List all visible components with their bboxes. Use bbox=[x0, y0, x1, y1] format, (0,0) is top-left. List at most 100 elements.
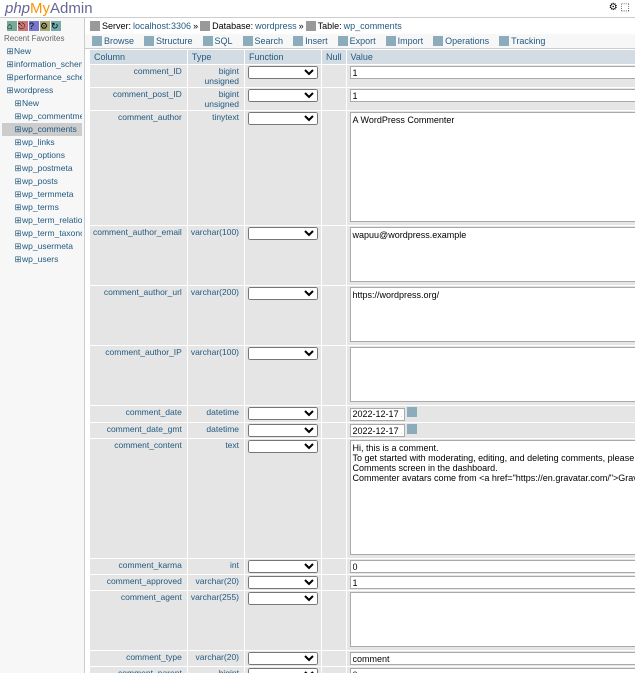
tree-table-wp_links[interactable]: ⊞wp_links bbox=[2, 136, 82, 149]
tree-table-wp_postmeta[interactable]: ⊞wp_postmeta bbox=[2, 162, 82, 175]
row-comment_agent: comment_agentvarchar(255) bbox=[90, 591, 635, 651]
tab-sql[interactable]: SQL bbox=[198, 34, 238, 48]
null-cell bbox=[322, 651, 347, 667]
row-comment_author_email: comment_author_emailvarchar(100) bbox=[90, 226, 635, 286]
value-input-comment_type[interactable] bbox=[350, 652, 635, 665]
bc-database[interactable]: wordpress bbox=[255, 21, 297, 31]
tab-tracking[interactable]: Tracking bbox=[494, 34, 550, 48]
tree-table-wp_usermeta[interactable]: ⊞wp_usermeta bbox=[2, 240, 82, 253]
home-icon[interactable]: ⌂ bbox=[7, 21, 17, 31]
navigation-sidebar: ⌂ ⎋ ? ⚙ ↻ Recent Favorites ⊞New⊞informat… bbox=[0, 18, 85, 673]
tree-table-wp_options[interactable]: ⊞wp_options bbox=[2, 149, 82, 162]
col-type: varchar(200) bbox=[187, 286, 244, 346]
col-type: text bbox=[187, 439, 244, 559]
col-type: bigint unsigned bbox=[187, 65, 244, 88]
function-select[interactable] bbox=[248, 287, 318, 300]
null-cell bbox=[322, 346, 347, 406]
tracking-icon bbox=[499, 36, 509, 46]
tree-table-wp_posts[interactable]: ⊞wp_posts bbox=[2, 175, 82, 188]
tab-export[interactable]: Export bbox=[333, 34, 381, 48]
tab-import[interactable]: Import bbox=[381, 34, 429, 48]
function-select[interactable] bbox=[248, 560, 318, 573]
tab-operations[interactable]: Operations bbox=[428, 34, 494, 48]
function-select[interactable] bbox=[248, 66, 318, 79]
row-comment_type: comment_typevarchar(20) bbox=[90, 651, 635, 667]
value-input-comment_date[interactable] bbox=[350, 408, 405, 421]
tree-new[interactable]: ⊞New bbox=[2, 45, 82, 58]
function-select[interactable] bbox=[248, 347, 318, 360]
table-icon bbox=[306, 21, 316, 31]
server-icon bbox=[90, 21, 100, 31]
value-input-comment_date_gmt[interactable] bbox=[350, 424, 405, 437]
value-input-comment_parent[interactable] bbox=[350, 668, 635, 673]
bc-server[interactable]: localhost:3306 bbox=[133, 21, 191, 31]
tree-table-wp_term_relationships[interactable]: ⊞wp_term_relationships bbox=[2, 214, 82, 227]
function-select[interactable] bbox=[248, 668, 318, 673]
null-cell bbox=[322, 422, 347, 439]
tree-table-wp_term_taxonomy[interactable]: ⊞wp_term_taxonomy bbox=[2, 227, 82, 240]
col-label: comment_content bbox=[90, 439, 188, 559]
calendar-icon[interactable] bbox=[407, 424, 417, 434]
value-input-comment_agent[interactable] bbox=[350, 592, 635, 647]
col-label: comment_approved bbox=[90, 575, 188, 591]
col-label: comment_author_email bbox=[90, 226, 188, 286]
function-select[interactable] bbox=[248, 440, 318, 453]
value-input-comment_author_email[interactable] bbox=[350, 227, 635, 282]
function-select[interactable] bbox=[248, 652, 318, 665]
tree-table-wp_terms[interactable]: ⊞wp_terms bbox=[2, 201, 82, 214]
row-comment_karma: comment_karmaint bbox=[90, 559, 635, 575]
col-type: int bbox=[187, 559, 244, 575]
function-select[interactable] bbox=[248, 407, 318, 420]
tab-browse[interactable]: Browse bbox=[87, 34, 139, 48]
tree-table-wp_commentmeta[interactable]: ⊞wp_commentmeta bbox=[2, 110, 82, 123]
tree-db-information_schema[interactable]: ⊞information_schema bbox=[2, 58, 82, 71]
tab-search[interactable]: Search bbox=[238, 34, 289, 48]
th-function: Function bbox=[245, 50, 322, 65]
row-comment_date: comment_datedatetime bbox=[90, 406, 635, 423]
null-cell bbox=[322, 575, 347, 591]
function-select[interactable] bbox=[248, 227, 318, 240]
insert-form-table: Column Type Function Null Value comment_… bbox=[89, 49, 635, 673]
docs-icon[interactable]: ? bbox=[29, 21, 39, 31]
phpmyadmin-logo[interactable]: phpMyAdmin bbox=[5, 0, 93, 17]
col-type: bigint unsigned bbox=[187, 88, 244, 111]
function-select[interactable] bbox=[248, 424, 318, 437]
col-label: comment_author_IP bbox=[90, 346, 188, 406]
tree-db-performance_schema[interactable]: ⊞performance_schema bbox=[2, 71, 82, 84]
reload-icon[interactable]: ↻ bbox=[51, 21, 61, 31]
tree-db-wordpress[interactable]: ⊞wordpress bbox=[2, 84, 82, 97]
browse-icon bbox=[92, 36, 102, 46]
function-select[interactable] bbox=[248, 576, 318, 589]
null-cell bbox=[322, 286, 347, 346]
sidebar-recent-favorites[interactable]: Recent Favorites bbox=[2, 32, 82, 45]
col-label: comment_author bbox=[90, 111, 188, 226]
tree-table-wp_comments[interactable]: ⊞wp_comments bbox=[2, 123, 82, 136]
function-select[interactable] bbox=[248, 112, 318, 125]
tab-structure[interactable]: Structure bbox=[139, 34, 198, 48]
tree-table-wp_termmeta[interactable]: ⊞wp_termmeta bbox=[2, 188, 82, 201]
tree-table-wp_users[interactable]: ⊞wp_users bbox=[2, 253, 82, 266]
tab-insert[interactable]: Insert bbox=[288, 34, 333, 48]
function-select[interactable] bbox=[248, 592, 318, 605]
value-input-comment_content[interactable] bbox=[350, 440, 635, 555]
value-input-comment_author_url[interactable] bbox=[350, 287, 635, 342]
value-input-comment_author[interactable] bbox=[350, 112, 635, 222]
value-input-comment_approved[interactable] bbox=[350, 576, 635, 589]
null-cell bbox=[322, 559, 347, 575]
col-label: comment_karma bbox=[90, 559, 188, 575]
settings-icon[interactable]: ⚙ bbox=[40, 21, 50, 31]
null-cell bbox=[322, 406, 347, 423]
function-select[interactable] bbox=[248, 89, 318, 102]
col-label: comment_post_ID bbox=[90, 88, 188, 111]
th-column: Column bbox=[90, 50, 188, 65]
value-input-comment_author_IP[interactable] bbox=[350, 347, 635, 402]
value-input-comment_post_ID[interactable] bbox=[350, 89, 635, 102]
bc-table[interactable]: wp_comments bbox=[344, 21, 402, 31]
col-label: comment_author_url bbox=[90, 286, 188, 346]
calendar-icon[interactable] bbox=[407, 407, 417, 417]
value-input-comment_ID[interactable] bbox=[350, 66, 635, 79]
tree-db-new[interactable]: ⊞New bbox=[2, 97, 82, 110]
row-comment_parent: comment_parentbigint unsigned bbox=[90, 667, 635, 673]
logout-icon[interactable]: ⎋ bbox=[18, 21, 28, 31]
value-input-comment_karma[interactable] bbox=[350, 560, 635, 573]
